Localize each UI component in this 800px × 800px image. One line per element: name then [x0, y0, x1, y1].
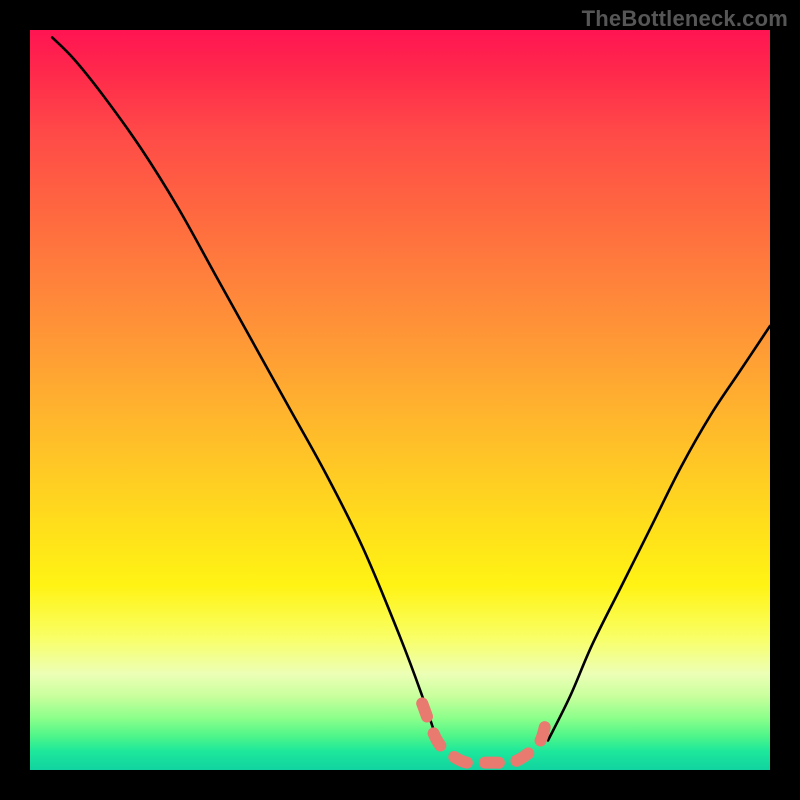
chart-frame: TheBottleneck.com: [0, 0, 800, 800]
chart-overlay: [30, 30, 770, 770]
series-right-curve: [548, 326, 770, 740]
series-dashed-marker-band: [422, 703, 548, 763]
plot-area: [30, 30, 770, 770]
curve-group: [52, 37, 770, 763]
series-left-curve: [52, 37, 437, 740]
watermark-label: TheBottleneck.com: [582, 6, 788, 32]
